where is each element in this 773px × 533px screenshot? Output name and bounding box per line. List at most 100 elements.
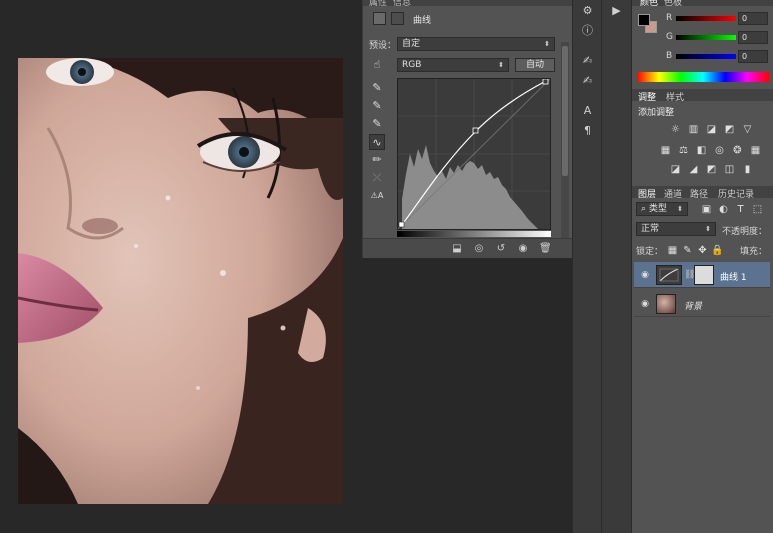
layer-row-curves[interactable]: ◉ ⛓ 曲线 1	[634, 262, 770, 288]
dropdown-arrow-icon: ⬍	[705, 225, 711, 233]
posterize-icon[interactable]: ◢	[687, 164, 700, 175]
scrollbar-thumb[interactable]	[562, 46, 568, 176]
filter-type-value: 类型	[648, 204, 667, 214]
black-eyedropper-icon[interactable]: ✎	[369, 80, 385, 96]
channel-mixer-icon[interactable]: ❂	[731, 145, 744, 156]
reset-icon[interactable]: ↺	[495, 243, 507, 255]
right-panel-column: 颜色 色板 R 0 G 0 B 0 调整 样式 添加调整 ☼ ▥ ◪ ◩ ▽ ▦…	[631, 0, 773, 533]
photo-filter-icon[interactable]: ◎	[713, 145, 726, 156]
lock-position-icon[interactable]: ✥	[696, 245, 709, 256]
dropdown-arrow-icon: ⬍	[498, 61, 504, 69]
preset-dropdown[interactable]: 自定 ⬍	[397, 37, 555, 51]
filter-type-icon[interactable]: T	[734, 204, 747, 215]
lock-all-icon[interactable]: 🔒	[711, 245, 724, 256]
channel-b-label: B	[666, 51, 673, 61]
red-value-field[interactable]: 0	[738, 12, 768, 25]
brush-icon[interactable]: ✍	[579, 72, 596, 89]
tab-paths[interactable]: 路径	[690, 187, 708, 200]
red-slider[interactable]	[676, 16, 736, 21]
tab-styles[interactable]: 样式	[666, 90, 684, 103]
gradient-map-icon[interactable]: ▮	[741, 164, 754, 175]
opacity-label: 不透明度：	[722, 227, 768, 237]
threshold-icon[interactable]: ◩	[705, 164, 718, 175]
info-icon[interactable]: ⓘ	[579, 22, 596, 39]
foreground-color-swatch[interactable]	[638, 14, 650, 26]
white-point-slider-icon[interactable]: ▲	[545, 229, 550, 237]
exposure-icon[interactable]: ◩	[723, 124, 736, 135]
channel-dropdown[interactable]: RGB ⬍	[397, 58, 509, 72]
blue-slider[interactable]	[676, 54, 736, 59]
curves-histogram	[398, 79, 550, 229]
delete-icon[interactable]: 🗑	[539, 243, 552, 255]
levels-icon[interactable]: ▥	[687, 124, 700, 135]
filter-adjustment-icon[interactable]: ◐	[717, 204, 730, 215]
portrait-photo[interactable]	[18, 58, 343, 504]
blend-mode-dropdown[interactable]: 正常 ⬍	[636, 222, 716, 236]
green-slider[interactable]	[676, 35, 736, 40]
adjustment-title: 曲线	[413, 16, 432, 26]
curve-edit-icon[interactable]: ∿	[369, 134, 385, 150]
play-action-icon[interactable]: ▶	[608, 2, 625, 19]
portrait-image	[18, 58, 343, 504]
hue-saturation-icon[interactable]: ▦	[659, 145, 672, 156]
paragraph-icon[interactable]: ¶	[579, 122, 596, 139]
curves-adjustment-icon[interactable]	[373, 12, 386, 25]
color-balance-icon[interactable]: ⚖	[677, 145, 690, 156]
green-value-field[interactable]: 0	[738, 31, 768, 44]
tab-adjustments[interactable]: 调整	[638, 90, 656, 103]
vibrance-icon[interactable]: ▽	[741, 124, 754, 135]
lock-pixels-icon[interactable]: ✎	[681, 245, 694, 256]
clip-to-layer-icon[interactable]: ⬓	[451, 243, 463, 255]
tab-history[interactable]: 历史记录	[718, 187, 754, 200]
panel-dock-icons: ⚙ ⓘ ✍ ✍ A ¶	[572, 0, 601, 533]
black-point-slider-icon[interactable]: ▲	[398, 229, 403, 237]
smooth-icon[interactable]: ⤫	[369, 170, 385, 186]
invert-icon[interactable]: ◪	[669, 164, 682, 175]
lock-transparent-icon[interactable]: ▦	[666, 245, 679, 256]
fill-label: 填充：	[740, 247, 768, 257]
view-previous-icon[interactable]: ◎	[473, 243, 485, 255]
target-adjust-hand-icon[interactable]: ☝	[369, 57, 385, 73]
channel-value: RGB	[402, 60, 422, 70]
clipping-warning-icon[interactable]: ⚠A	[369, 188, 385, 204]
black-white-icon[interactable]: ◧	[695, 145, 708, 156]
layer-row-background[interactable]: ◉ 背景	[634, 291, 770, 317]
filter-shape-icon[interactable]: ⬚	[751, 204, 764, 215]
tab-channels[interactable]: 通道	[664, 187, 682, 200]
color-tab-bar: 颜色 色板	[632, 0, 773, 8]
pencil-icon[interactable]: ✏	[369, 152, 385, 168]
visibility-eye-icon[interactable]: ◉	[639, 269, 651, 281]
mask-icon[interactable]	[391, 12, 404, 25]
properties-panel-icon[interactable]: ⚙	[579, 2, 596, 19]
color-lookup-icon[interactable]: ▦	[749, 145, 762, 156]
tab-info[interactable]: 信息	[393, 0, 411, 8]
white-eyedropper-icon[interactable]: ✎	[369, 116, 385, 132]
blend-mode-value: 正常	[641, 224, 660, 234]
tab-swatches[interactable]: 色板	[664, 0, 682, 8]
tab-properties[interactable]: 属性	[369, 0, 387, 8]
tab-color[interactable]: 颜色	[640, 0, 658, 8]
adjustments-tab-bar: 调整 样式	[632, 89, 773, 103]
preset-value: 自定	[402, 39, 421, 49]
brightness-contrast-icon[interactable]: ☼	[669, 124, 682, 135]
properties-scrollbar[interactable]	[561, 42, 569, 238]
input-gradient-bar	[397, 231, 551, 237]
color-spectrum-bar[interactable]	[637, 72, 769, 82]
background-layer-thumbnail	[656, 294, 676, 314]
visibility-eye-icon[interactable]: ◉	[639, 298, 651, 310]
curves-graph[interactable]	[397, 78, 551, 230]
gray-eyedropper-icon[interactable]: ✎	[369, 98, 385, 114]
filter-pixel-icon[interactable]: ▣	[700, 204, 713, 215]
channel-r-label: R	[666, 13, 673, 23]
brush-presets-icon[interactable]: ✍	[579, 52, 596, 69]
layer-mask-thumbnail[interactable]	[694, 265, 714, 285]
auto-button[interactable]: 自动	[515, 58, 555, 72]
lock-label: 锁定：	[636, 247, 664, 257]
selective-color-icon[interactable]: ◫	[723, 164, 736, 175]
tab-layers[interactable]: 图层	[638, 187, 656, 200]
character-icon[interactable]: A	[579, 102, 596, 119]
visibility-eye-icon[interactable]: ◉	[517, 243, 529, 255]
curves-icon[interactable]: ◪	[705, 124, 718, 135]
blue-value-field[interactable]: 0	[738, 50, 768, 63]
layer-filter-dropdown[interactable]: ⌕ 类型 ⬍	[636, 202, 688, 216]
